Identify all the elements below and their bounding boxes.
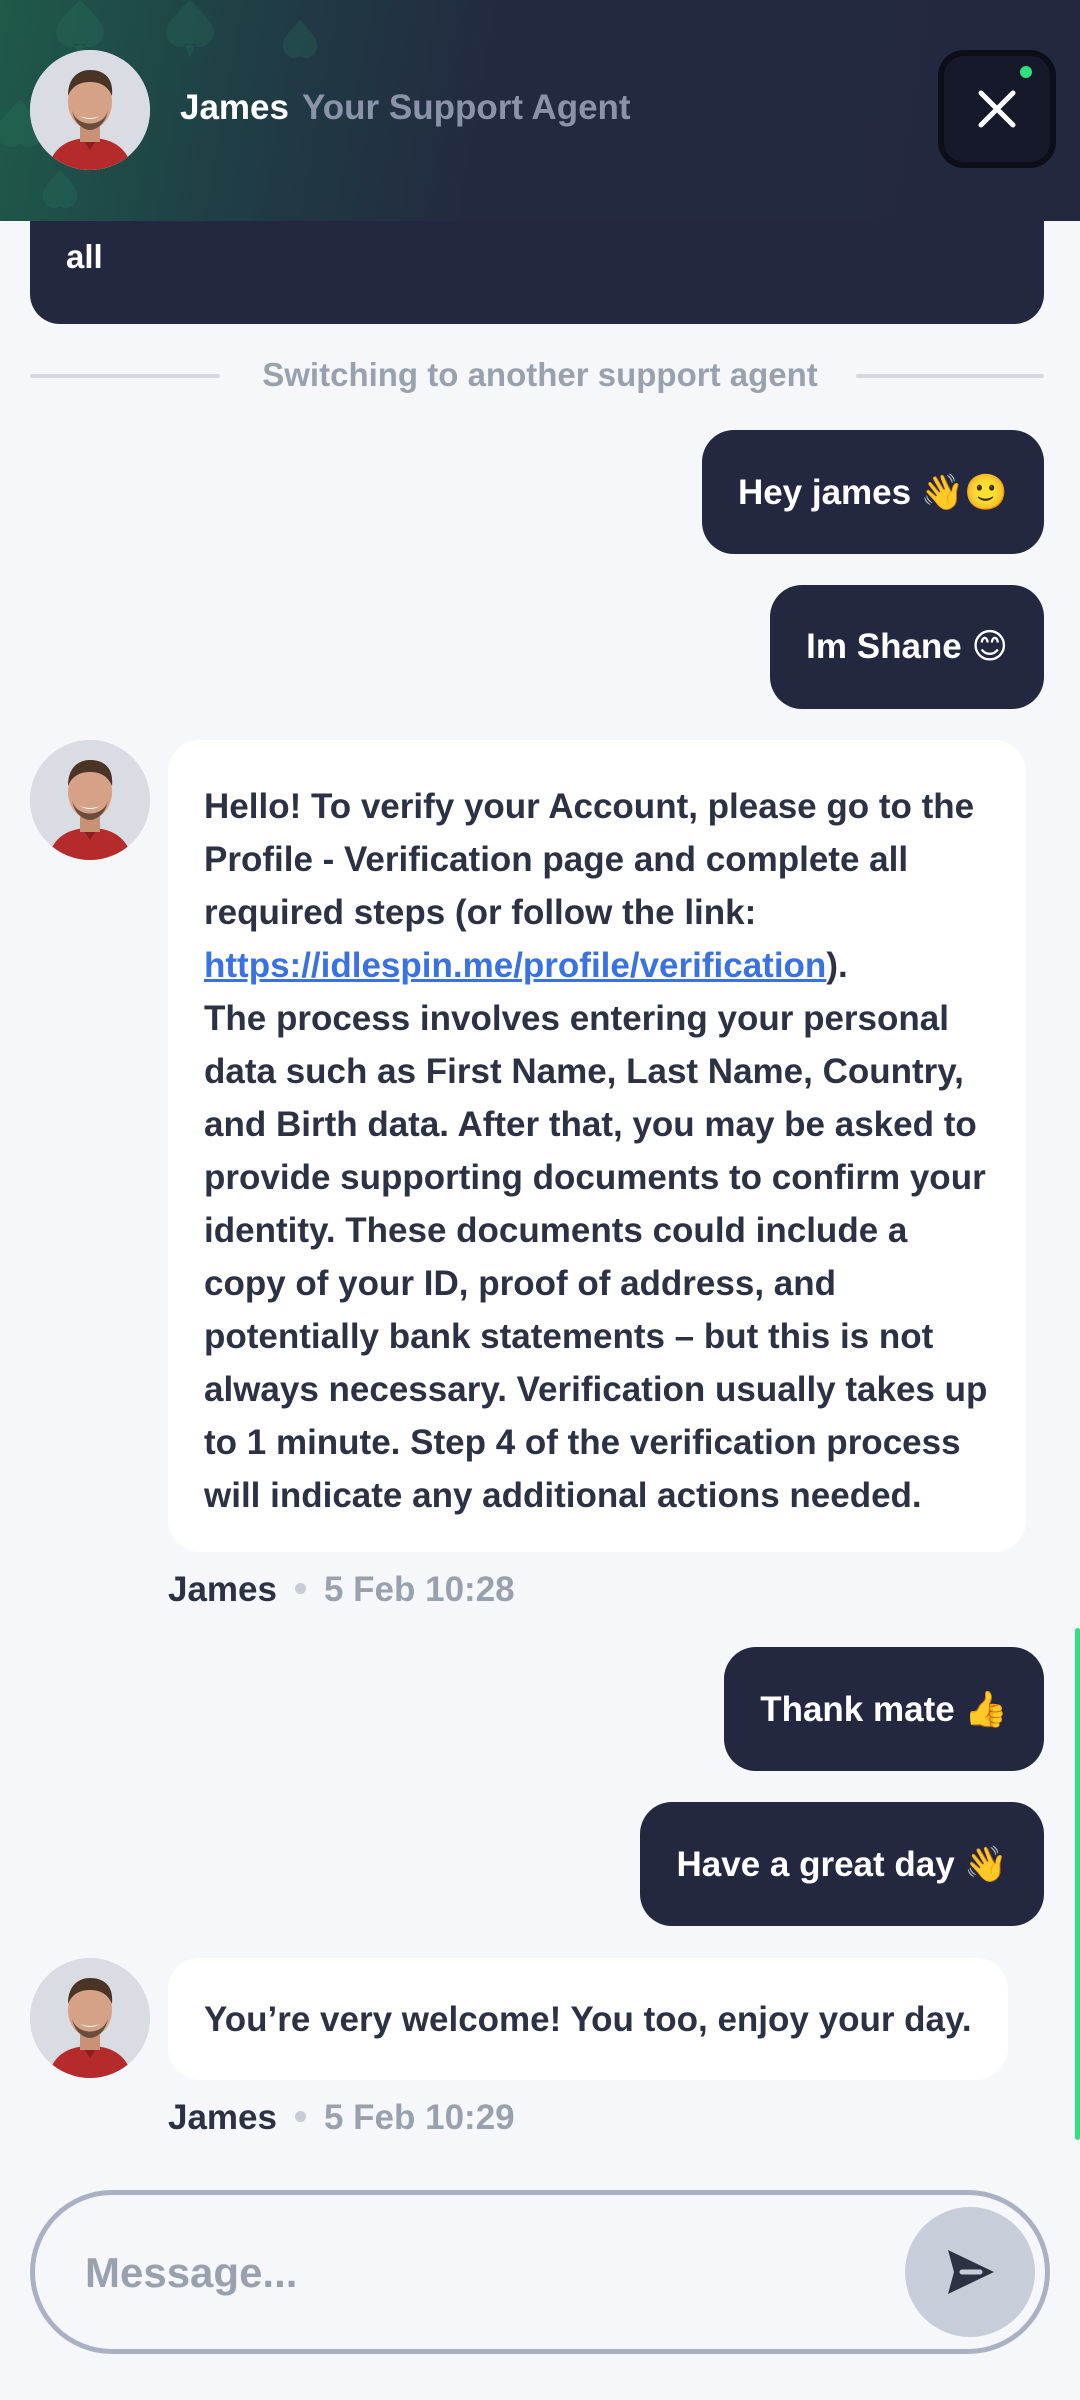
message-text: ). [826,946,848,985]
message-text: Hello! To verify your Account, please go… [204,787,975,932]
user-message: Im Shane 😊 [770,585,1044,709]
send-button[interactable] [905,2207,1035,2337]
online-status-dot [1020,66,1032,78]
message-input[interactable] [85,2241,885,2305]
message-meta: James 5 Feb 10:29 [168,2098,515,2138]
verification-link[interactable]: https://idlespin.me/profile/verification [204,946,826,985]
chat-header: James Your Support Agent [0,0,1080,221]
agent-name: James [180,88,289,127]
separator-dot-icon [294,2111,306,2123]
message-text: You’re very welcome! You too, enjoy your… [204,1999,972,2039]
user-message: Have a great day 👋 [640,1802,1044,1926]
scrollbar-thumb[interactable] [1075,1628,1080,2140]
message-time: 5 Feb 10:28 [323,1570,515,1609]
message-composer [30,2190,1050,2354]
message-time: 5 Feb 10:29 [323,2098,515,2137]
message-text: The process involves entering your perso… [204,999,988,1515]
user-message: Hey james 👋🙂 [701,430,1044,554]
agent-avatar-icon [30,50,150,170]
message-author: James [168,1570,277,1609]
agent-avatar [30,50,150,170]
agent-avatar-icon [30,1958,150,2078]
close-icon [978,90,1016,128]
message-author: James [168,2098,277,2137]
agent-role: Your Support Agent [302,88,631,127]
agent-message: Hello! To verify your Account, please go… [168,740,1026,1552]
agent-message: You’re very welcome! You too, enjoy your… [168,1958,1008,2080]
user-message: Thank mate 👍 [724,1647,1044,1771]
send-icon [948,2250,994,2294]
separator-dot-icon [294,1583,306,1595]
agent-avatar [30,1958,150,2078]
message-meta: James 5 Feb 10:28 [168,1570,515,1610]
close-chat-button[interactable] [938,50,1056,168]
agent-avatar [30,740,150,860]
agent-avatar-icon [30,740,150,860]
agent-switch-notice: Switching to another support agent [262,356,818,393]
message-text: all [66,238,103,275]
